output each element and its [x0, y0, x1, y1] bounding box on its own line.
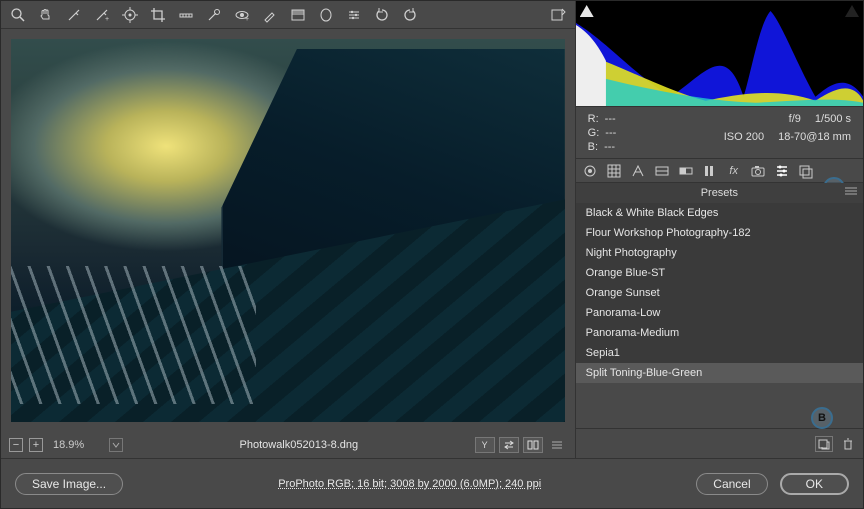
preferences-tool-icon[interactable]	[345, 6, 363, 24]
preview-menu-icon[interactable]	[547, 437, 567, 453]
left-pane: + + −	[1, 1, 576, 458]
snapshots-tab-icon[interactable]	[798, 163, 814, 179]
panel-tabs: fx A	[576, 159, 863, 183]
shutter-value: 1/500 s	[815, 113, 851, 125]
zoom-out-button[interactable]: −	[9, 438, 23, 452]
lens-value: 18-70@18 mm	[778, 131, 851, 143]
preset-item[interactable]: Orange Blue-ST	[576, 263, 863, 283]
presets-menu-icon[interactable]	[845, 186, 857, 199]
b-label: B:	[588, 141, 598, 153]
graduated-filter-tool-icon[interactable]	[289, 6, 307, 24]
presets-tab-icon[interactable]	[774, 163, 790, 179]
white-balance-tool-icon[interactable]	[65, 6, 83, 24]
ok-button[interactable]: OK	[780, 473, 849, 495]
crop-tool-icon[interactable]	[149, 6, 167, 24]
camera-calibration-tab-icon[interactable]	[750, 163, 766, 179]
presets-header: Presets	[576, 183, 863, 203]
r-label: R:	[588, 113, 599, 125]
dialog-footer: Save Image... ProPhoto RGB; 16 bit; 3008…	[1, 458, 863, 508]
straighten-tool-icon[interactable]	[177, 6, 195, 24]
preset-item[interactable]: Split Toning-Blue-Green	[576, 363, 863, 383]
hsl-tab-icon[interactable]	[654, 163, 670, 179]
preset-item[interactable]: Sepia1	[576, 343, 863, 363]
right-pane: R: --- G: --- B: --- f/9 1/500 s ISO 200 18…	[576, 1, 863, 458]
preset-item[interactable]: Panorama-Medium	[576, 323, 863, 343]
basic-tab-icon[interactable]	[582, 163, 598, 179]
adjustment-brush-tool-icon[interactable]	[261, 6, 279, 24]
r-value: ---	[605, 113, 616, 125]
preset-item[interactable]: Flour Workshop Photography-182	[576, 223, 863, 243]
preview-status-bar: − + 18.9% Photowalk052013-8.dng Y	[1, 432, 575, 458]
image-preview[interactable]	[11, 39, 565, 422]
delete-preset-button[interactable]	[839, 436, 857, 452]
tone-curve-tab-icon[interactable]	[606, 163, 622, 179]
preview-controls: Y	[475, 437, 567, 453]
red-eye-tool-icon[interactable]: +	[233, 6, 251, 24]
preset-item[interactable]: Night Photography	[576, 243, 863, 263]
g-value: ---	[605, 127, 616, 139]
annotation-b: B	[811, 407, 833, 429]
svg-text:+: +	[105, 16, 109, 23]
hand-tool-icon[interactable]	[37, 6, 55, 24]
top-toolbar: + +	[1, 1, 575, 29]
copy-settings-button[interactable]	[523, 437, 543, 453]
aperture-value: f/9	[789, 113, 801, 125]
split-toning-tab-icon[interactable]	[678, 163, 694, 179]
preset-item[interactable]: Black & White Black Edges	[576, 203, 863, 223]
presets-footer: B	[576, 428, 863, 458]
mark-for-delete-icon[interactable]	[549, 6, 567, 24]
svg-text:+: +	[245, 16, 249, 23]
upper-area: + + −	[1, 1, 863, 458]
fx-tab-icon[interactable]: fx	[726, 163, 742, 179]
image-meta: R: --- G: --- B: --- f/9 1/500 s ISO 200 18…	[576, 107, 863, 159]
spot-removal-tool-icon[interactable]	[205, 6, 223, 24]
zoom-level[interactable]: 18.9%	[53, 439, 103, 451]
histogram[interactable]	[576, 1, 863, 107]
zoom-tool-icon[interactable]	[9, 6, 27, 24]
zoom-in-button[interactable]: +	[29, 438, 43, 452]
radial-filter-tool-icon[interactable]	[317, 6, 335, 24]
exif-readout: f/9 1/500 s ISO 200 18-70@18 mm	[724, 113, 851, 152]
new-preset-button[interactable]	[815, 436, 833, 452]
iso-value: ISO 200	[724, 131, 764, 143]
preview-tines	[11, 266, 256, 404]
presets-list[interactable]: Black & White Black EdgesFlour Workshop …	[576, 203, 863, 383]
color-sampler-tool-icon[interactable]: +	[93, 6, 111, 24]
zoom-dropdown-icon[interactable]	[109, 438, 123, 452]
rotate-ccw-icon[interactable]	[373, 6, 391, 24]
b-value: ---	[604, 141, 615, 153]
targeted-adjust-tool-icon[interactable]	[121, 6, 139, 24]
swap-button[interactable]	[499, 437, 519, 453]
save-image-button[interactable]: Save Image...	[15, 473, 123, 495]
camera-raw-window: + + −	[0, 0, 864, 509]
before-after-button[interactable]: Y	[475, 437, 495, 453]
g-label: G:	[588, 127, 600, 139]
rgb-readout: R: --- G: --- B: ---	[588, 113, 617, 152]
rotate-cw-icon[interactable]	[401, 6, 419, 24]
preset-item[interactable]: Orange Sunset	[576, 283, 863, 303]
filename-label: Photowalk052013-8.dng	[129, 439, 469, 451]
lens-tab-icon[interactable]	[702, 163, 718, 179]
detail-tab-icon[interactable]	[630, 163, 646, 179]
cancel-button[interactable]: Cancel	[696, 473, 767, 495]
preset-item[interactable]: Panorama-Low	[576, 303, 863, 323]
presets-title: Presets	[701, 187, 738, 199]
workflow-options-link[interactable]: ProPhoto RGB; 16 bit; 3008 by 2000 (6.0M…	[135, 478, 684, 490]
